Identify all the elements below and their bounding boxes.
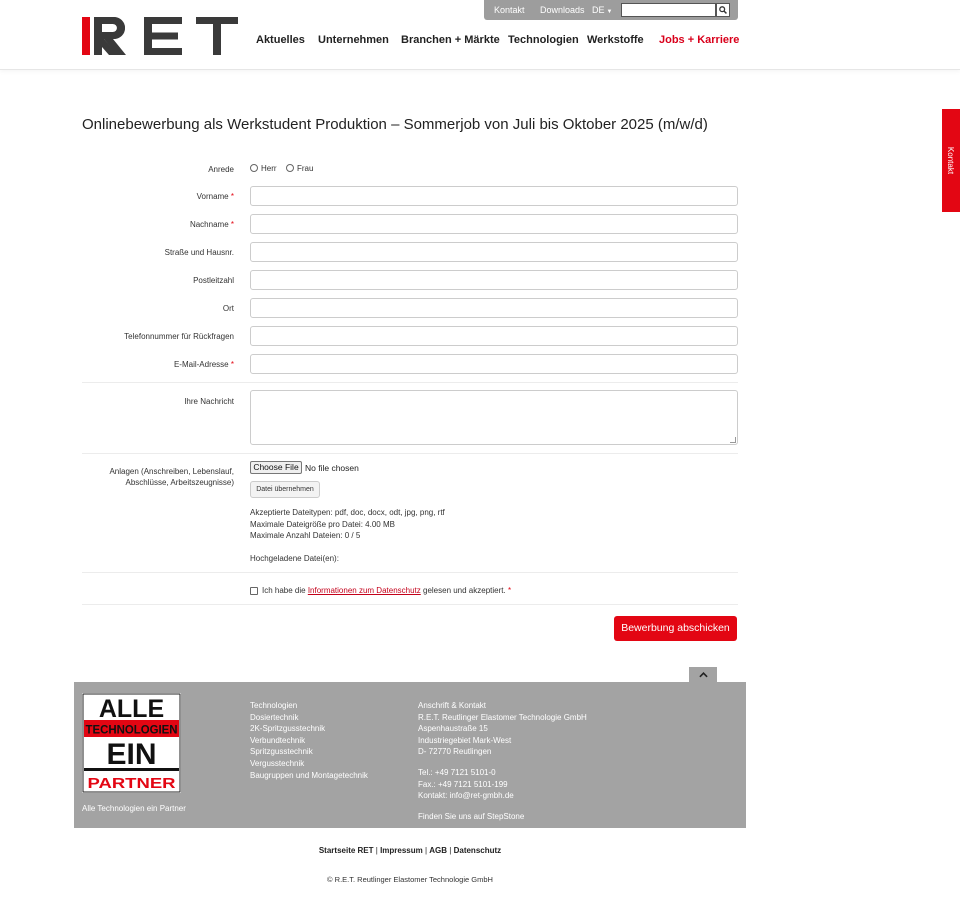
bottom-links: Startseite RET | Impressum | AGB | Daten… bbox=[318, 846, 502, 855]
lastname-input[interactable] bbox=[250, 214, 738, 234]
resize-grip-icon[interactable] bbox=[730, 437, 736, 443]
firstname-label: Vorname * bbox=[196, 192, 234, 201]
email-label: E-Mail-Adresse * bbox=[173, 360, 234, 369]
submit-application-button[interactable]: Bewerbung abschicken bbox=[614, 616, 737, 641]
message-textarea[interactable] bbox=[250, 390, 738, 445]
nav-werkstoffe[interactable]: Werkstoffe bbox=[587, 34, 644, 46]
search-icon bbox=[719, 6, 727, 14]
footer-address: Anschrift & Kontakt R.E.T. Reutlinger El… bbox=[418, 700, 587, 822]
privacy-checkbox[interactable] bbox=[250, 587, 258, 595]
nav-jobs-karriere[interactable]: Jobs + Karriere bbox=[659, 34, 739, 46]
attachments-label: Anlagen (Anschreiben, Lebenslauf, Abschlü… bbox=[109, 467, 234, 487]
choose-file-button[interactable]: Choose File bbox=[250, 461, 302, 474]
max-file-size: Maximale Dateigröße pro Datei: 4.00 MB bbox=[250, 520, 395, 529]
footer-tech-link[interactable]: Vergusstechnik bbox=[250, 758, 368, 770]
site-header: Kontakt Downloads DE ▼ Aktuelles Unterneh… bbox=[0, 0, 960, 70]
radio-label-herr: Herr bbox=[261, 164, 277, 173]
search-input[interactable] bbox=[621, 3, 716, 17]
link-impressum[interactable]: Impressum bbox=[380, 846, 423, 855]
language-selector[interactable]: DE ▼ bbox=[592, 5, 612, 15]
side-tab-label: Kontakt bbox=[946, 146, 956, 175]
footer-email[interactable]: Kontakt: info@ret-gmbh.de bbox=[418, 790, 587, 802]
no-file-text: No file chosen bbox=[305, 463, 359, 473]
caret-down-icon: ▼ bbox=[606, 9, 613, 15]
radio-label-frau: Frau bbox=[297, 164, 314, 173]
form-divider bbox=[82, 604, 738, 605]
salutation-label: Anrede bbox=[208, 165, 234, 174]
footer-tech-link[interactable]: 2K-Spritzgusstechnik bbox=[250, 723, 368, 735]
link-agb[interactable]: AGB bbox=[429, 846, 447, 855]
footer-tagline: Alle Technologien ein Partner bbox=[82, 804, 186, 813]
search-button[interactable] bbox=[716, 3, 730, 17]
alle-technologien-logo: ALLE TECHNOLOGIEN EIN PARTNER bbox=[82, 693, 181, 793]
postcode-input[interactable] bbox=[250, 270, 738, 290]
svg-text:PARTNER: PARTNER bbox=[88, 775, 176, 792]
city-label: Ort bbox=[222, 304, 234, 313]
upload-file-button[interactable]: Datei übernehmen bbox=[250, 481, 320, 498]
form-divider bbox=[82, 572, 738, 573]
privacy-consent-text: Ich habe die Informationen zum Datenschu… bbox=[262, 586, 512, 595]
footer-address-heading: Anschrift & Kontakt bbox=[418, 701, 487, 710]
message-label: Ihre Nachricht bbox=[184, 397, 234, 406]
lastname-label: Nachname * bbox=[189, 220, 234, 229]
footer-district: Industriegebiet Mark-West bbox=[418, 735, 512, 745]
alle-technologien-logo-graphic: ALLE TECHNOLOGIEN EIN PARTNER bbox=[82, 693, 181, 793]
email-input[interactable] bbox=[250, 354, 738, 374]
accepted-types: Akzeptierte Dateitypen: pdf, doc, docx, … bbox=[250, 508, 445, 517]
postcode-label: Postleitzahl bbox=[193, 276, 234, 285]
nav-unternehmen[interactable]: Unternehmen bbox=[318, 34, 389, 46]
radio-herr[interactable] bbox=[250, 164, 258, 172]
site-footer: ALLE TECHNOLOGIEN EIN PARTNER Alle Techn… bbox=[74, 682, 746, 828]
top-link-kontakt[interactable]: Kontakt bbox=[494, 5, 525, 15]
svg-text:ALLE: ALLE bbox=[99, 695, 164, 723]
footer-company: R.E.T. Reutlinger Elastomer Technologie … bbox=[418, 712, 587, 722]
footer-technologies: Technologien Dosiertechnik 2K-Spritzguss… bbox=[250, 700, 368, 781]
chevron-up-icon bbox=[698, 672, 708, 678]
firstname-input[interactable] bbox=[250, 186, 738, 206]
copyright: © R.E.T. Reutlinger Elastomer Technologi… bbox=[327, 875, 493, 884]
svg-text:EIN: EIN bbox=[106, 738, 156, 771]
footer-tech-link[interactable]: Spritzgusstechnik bbox=[250, 746, 368, 758]
svg-text:TECHNOLOGIEN: TECHNOLOGIEN bbox=[86, 723, 178, 737]
top-link-downloads[interactable]: Downloads bbox=[540, 5, 585, 15]
footer-tech-link[interactable]: Baugruppen und Montagetechnik bbox=[250, 770, 368, 782]
ret-logo[interactable] bbox=[82, 17, 238, 55]
phone-input[interactable] bbox=[250, 326, 738, 346]
footer-tech-link[interactable]: Dosiertechnik bbox=[250, 712, 368, 724]
form-divider bbox=[82, 382, 738, 383]
nav-aktuelles[interactable]: Aktuelles bbox=[256, 34, 305, 46]
city-input[interactable] bbox=[250, 298, 738, 318]
footer-phone: Tel.: +49 7121 5101-0 bbox=[418, 767, 496, 777]
footer-stepstone-link[interactable]: Finden Sie uns auf StepStone bbox=[418, 811, 587, 823]
scroll-top-button[interactable] bbox=[689, 667, 717, 683]
form-divider bbox=[82, 453, 738, 454]
footer-tech-heading[interactable]: Technologien bbox=[250, 700, 368, 712]
street-input[interactable] bbox=[250, 242, 738, 262]
top-utility-bar: Kontakt Downloads DE ▼ bbox=[484, 0, 738, 20]
max-file-count: Maximale Anzahl Dateien: 0 / 5 bbox=[250, 531, 361, 540]
footer-fax: Fax.: +49 7121 5101-199 bbox=[418, 779, 508, 789]
side-contact-tab[interactable]: Kontakt bbox=[942, 109, 960, 212]
language-label: DE bbox=[592, 5, 605, 15]
link-startseite[interactable]: Startseite RET bbox=[319, 846, 374, 855]
radio-frau[interactable] bbox=[286, 164, 294, 172]
phone-label: Telefonnummer für Rückfragen bbox=[124, 332, 234, 341]
street-label: Straße und Hausnr. bbox=[164, 248, 234, 257]
footer-street: Aspenhaustraße 15 bbox=[418, 724, 488, 734]
footer-city: D- 72770 Reutlingen bbox=[418, 747, 492, 757]
privacy-link[interactable]: Informationen zum Datenschutz bbox=[308, 586, 421, 595]
uploaded-files-label: Hochgeladene Datei(en): bbox=[250, 554, 339, 563]
nav-branchen-maerkte[interactable]: Branchen + Märkte bbox=[401, 34, 500, 46]
footer-tech-link[interactable]: Verbundtechnik bbox=[250, 735, 368, 747]
link-datenschutz[interactable]: Datenschutz bbox=[454, 846, 502, 855]
page-title: Onlinebewerbung als Werkstudent Produkti… bbox=[82, 116, 708, 133]
nav-technologien[interactable]: Technologien bbox=[508, 34, 579, 46]
